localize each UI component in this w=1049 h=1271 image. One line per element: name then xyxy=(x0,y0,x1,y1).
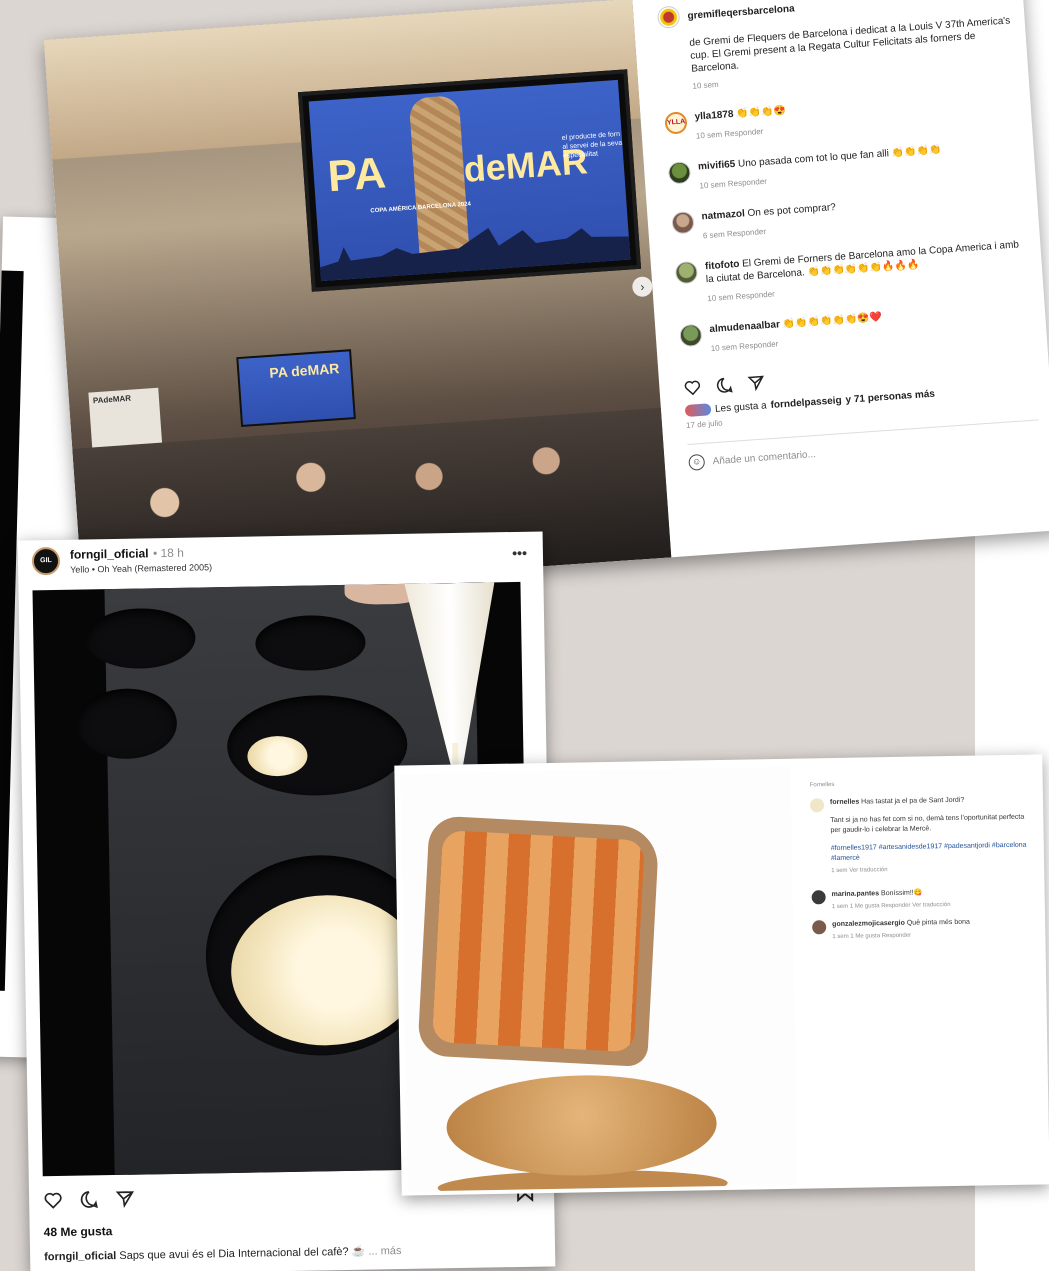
caption-time: 10 sem xyxy=(692,79,719,91)
comment-meta[interactable]: 1 sem 1 Me gusta Responder Ver traducció… xyxy=(832,900,951,912)
comment: fitofoto El Gremi de Forners de Barcelon… xyxy=(674,238,1029,307)
avatar[interactable]: YLLA xyxy=(664,111,688,135)
comment-username[interactable]: mivifi65 xyxy=(698,159,736,173)
likes-text: Les gusta a xyxy=(714,399,768,415)
add-comment-input[interactable]: Añade un comentario... xyxy=(712,449,816,467)
comment-text: 👏👏👏👏👏👏😍❤️ xyxy=(782,312,883,330)
hashtags[interactable]: #fornelles1917 #artesanidesde1917 #pades… xyxy=(831,841,1036,865)
comment-text: Boníssim!!😋 xyxy=(880,889,923,898)
comment-username[interactable]: ylla1878 xyxy=(694,109,734,123)
comment-text: 👏👏👏😍 xyxy=(735,105,787,120)
piping-bag xyxy=(404,582,497,774)
share-icon[interactable] xyxy=(747,373,766,392)
avatar[interactable] xyxy=(671,210,695,235)
bread-loaf-bottom xyxy=(445,1073,718,1178)
liker-avatars xyxy=(684,403,712,418)
screen-small-text: el producte de forn al servei de la seva… xyxy=(561,130,623,160)
bread-arm-graphic xyxy=(408,95,471,269)
post-sidebar: gremifleqersbarcelona de Gremi de Fleque… xyxy=(642,0,1049,557)
post-time: • 18 h xyxy=(152,545,185,561)
likes-user[interactable]: forndelpasseig xyxy=(770,395,842,411)
stand-panel-text: PAdeMAR xyxy=(92,393,132,406)
heart-icon[interactable] xyxy=(683,378,702,397)
add-comment-bar: ☺ Añade un comentario... xyxy=(687,419,1041,471)
comment-username[interactable]: gonzalezmojicasergio xyxy=(832,920,905,928)
avatar[interactable] xyxy=(812,920,827,935)
avatar[interactable]: GIL xyxy=(31,546,61,575)
caption-more-link[interactable]: ... más xyxy=(368,1245,401,1258)
post-actions xyxy=(43,1189,135,1211)
comment: mivifi65 Uno pasada com tot lo que fan a… xyxy=(667,138,1021,194)
tv-screen: PA deMAR el producte de forn al servei d… xyxy=(297,69,642,292)
comment-icon[interactable] xyxy=(79,1189,99,1209)
bread-slice-top xyxy=(417,815,660,1068)
post-sidebar: Fornelles fornelles Has tastat ja el pa … xyxy=(810,775,1038,943)
comment-text: Has tastat ja el pa de Sant Jordi? xyxy=(861,796,965,806)
post-photo xyxy=(400,766,798,1192)
comment-username[interactable]: almudenaalbar xyxy=(709,319,780,335)
tv-screen-small: PA deMAR xyxy=(236,349,356,428)
comment: natmazol On es pot comprar? 6 sem Respon… xyxy=(671,188,1024,244)
comment-username[interactable]: marina.pantes xyxy=(832,890,880,898)
comment: YLLA ylla1878 👏👏👏😍 10 sem Responder xyxy=(664,88,1017,144)
body-meta[interactable]: 1 sem Ver traducción xyxy=(831,863,1036,877)
comment: marina.pantes Boníssim!!😋 1 sem 1 Me gus… xyxy=(811,886,1037,912)
avatar[interactable] xyxy=(667,161,692,185)
caption-text: Saps que avui és el Dia Internacional de… xyxy=(119,1245,366,1262)
next-arrow-icon[interactable]: › xyxy=(631,276,654,298)
share-icon[interactable] xyxy=(115,1189,135,1209)
comment-text: Quê pinta més bona xyxy=(906,918,970,927)
caption-username[interactable]: forngil_oficial xyxy=(44,1250,116,1263)
comment: fornelles Has tastat ja el pa de Sant Jo… xyxy=(809,795,1036,877)
city-skyline xyxy=(318,214,630,282)
avatar[interactable] xyxy=(674,260,699,285)
avatar[interactable] xyxy=(656,5,681,29)
comment-text: On es pot comprar? xyxy=(747,202,837,220)
avatar[interactable] xyxy=(811,890,826,905)
post-body: Tant si ja no has fet com si no, demà te… xyxy=(830,813,1025,835)
comment-username[interactable]: natmazol xyxy=(701,208,745,222)
likes-more[interactable]: y 71 personas más xyxy=(845,388,935,405)
likes-count[interactable]: 48 Me gusta xyxy=(44,1224,113,1239)
post-username[interactable]: gremifleqersbarcelona xyxy=(687,3,795,21)
post-photo: PA deMAR el producte de forn al servei d… xyxy=(43,0,672,599)
more-icon[interactable]: ••• xyxy=(512,544,527,560)
comment-icon[interactable] xyxy=(715,376,734,395)
post-header: GIL forngil_oficial • 18 h Yello • Oh Ye… xyxy=(31,538,527,576)
avatar[interactable] xyxy=(679,323,703,348)
screen-title-pa: PA xyxy=(326,148,388,202)
comment-meta[interactable]: 1 sem 1 Me gusta Responder xyxy=(832,930,970,942)
avatar[interactable] xyxy=(809,798,825,813)
post-caption: forngil_oficial Saps que avui és el Dia … xyxy=(44,1244,402,1263)
heart-icon[interactable] xyxy=(43,1190,63,1210)
comment: gonzalezmojicasergio Quê pinta més bona … xyxy=(812,916,1037,942)
screen-small-title: PA deMAR xyxy=(268,360,340,381)
comment: almudenaalbar 👏👏👏👏👏👏😍❤️ 10 sem Responder xyxy=(679,301,1032,357)
comment-username[interactable]: fitofoto xyxy=(705,259,740,272)
post-pa-de-mar: PA deMAR el producte de forn al servei d… xyxy=(43,0,1049,599)
header-note: Fornelles xyxy=(809,782,835,789)
post-pa-sant-jordi: Fornelles fornelles Has tastat ja el pa … xyxy=(394,754,1049,1196)
post-caption: de Gremi de Flequers de Barcelona i dedi… xyxy=(689,14,1014,92)
audio-track[interactable]: Yello • Oh Yeah (Remastered 2005) xyxy=(70,562,212,574)
smile-icon[interactable]: ☺ xyxy=(688,453,706,471)
post-username[interactable]: forngil_oficial xyxy=(70,546,149,561)
comment-username[interactable]: fornelles xyxy=(830,799,859,807)
